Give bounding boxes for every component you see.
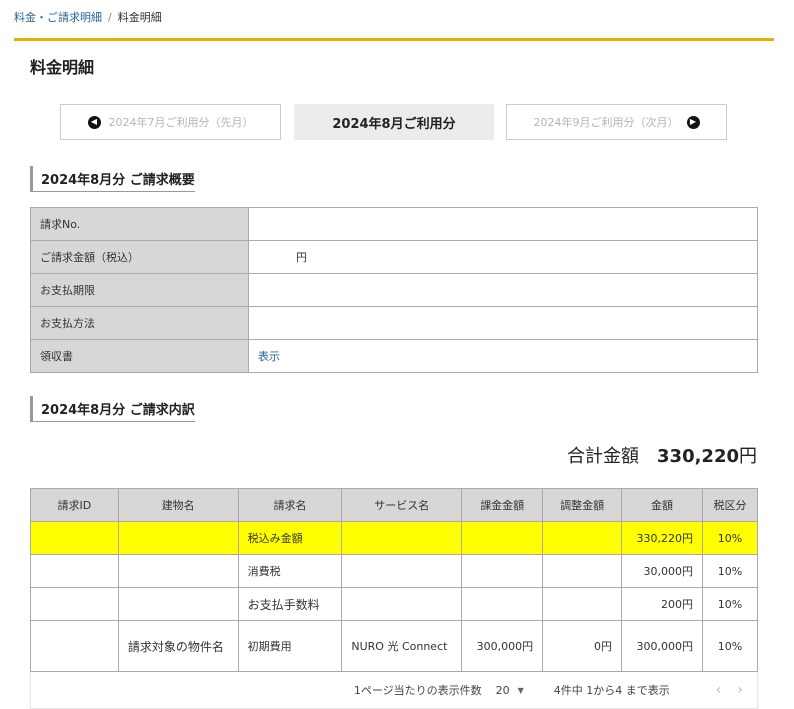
amount-value: 円 [248,240,758,274]
cell-billing-name: お支払手数料 [237,587,343,621]
cell-billing-id [30,521,119,555]
cell-billing-name: 初期費用 [237,620,343,672]
current-month-label: 2024年8月ご利用分 [332,116,456,132]
cell-service [341,521,463,555]
cell-building [117,554,239,588]
summary-row-amount: ご請求金額（税込） 円 [30,240,758,274]
invoice-no-value [248,207,758,241]
summary-row-payment-method: お支払方法 [30,306,758,340]
cell-charge [461,521,544,555]
column-header[interactable]: 建物名 [117,488,239,522]
cell-adjustment: 0円 [542,620,623,672]
receipt-label: 領収書 [30,339,249,373]
header-accent-rule [14,38,774,41]
cell-service [341,587,463,621]
arrow-left-circle-icon: ◀ [87,115,101,129]
cell-adjustment [542,554,623,588]
cell-service: NURO 光 Connect [341,620,463,672]
breadcrumb-billing-link[interactable]: 料金・ご請求明細 [14,11,102,24]
cell-amount: 200円 [621,587,703,621]
amount-label: ご請求金額（税込） [30,240,249,274]
next-month-button[interactable]: 2024年9月ご利用分（次月） ▶ [506,104,727,140]
page-title: 料金明細 [30,58,95,77]
per-page-value: 20 [495,683,510,697]
next-month-label: 2024年9月ご利用分（次月） [533,116,679,129]
cell-charge: 300,000円 [461,620,544,672]
pagination-bar: 1ページ当たりの表示件数 20 ▼ 4件中 1から4 まで表示 ‹ › [30,672,758,709]
payment-method-value [248,306,758,340]
table-header-row: 請求ID 建物名 請求名 サービス名 課金金額 調整金額 金額 税区分 [30,488,759,522]
cell-adjustment [542,521,623,555]
table-row: 消費税 30,000円 10% [30,554,759,588]
column-header[interactable]: 金額 [621,488,703,522]
per-page-label: 1ページ当たりの表示件数 [353,684,482,697]
breakdown-heading: 2024年8月分 ご請求内訳 [30,396,195,422]
breadcrumb: 料金・ご請求明細 / 料金明細 [14,9,162,25]
table-row: お支払手数料 200円 10% [30,587,759,621]
column-header[interactable]: 調整金額 [542,488,623,522]
summary-heading: 2024年8月分 ご請求概要 [30,166,195,192]
cell-tax: 10% [701,554,759,588]
summary-row-receipt: 領収書 表示 [30,339,758,373]
summary-row-invoice-no: 請求No. [30,207,758,241]
cell-billing-id [30,554,119,588]
payment-method-label: お支払方法 [30,306,249,340]
summary-row-due-date: お支払期限 [30,273,758,307]
cell-amount: 330,220円 [621,521,703,555]
table-row: 税込み金額 330,220円 10% [30,521,759,555]
table-row: 請求対象の物件名 初期費用 NURO 光 Connect 300,000円 0円… [30,620,759,672]
breadcrumb-separator: / [108,11,112,24]
invoice-no-label: 請求No. [30,207,249,241]
cell-service [341,554,463,588]
receipt-cell: 表示 [248,339,758,373]
per-page-select[interactable]: 20 ▼ [496,684,524,697]
cell-adjustment [542,587,623,621]
cell-billing-name: 消費税 [237,554,343,588]
column-header[interactable]: 請求ID [30,488,119,522]
cell-building [117,521,239,555]
column-header[interactable]: 税区分 [701,488,759,522]
total-label: 合計金額 [567,446,640,467]
cell-amount: 300,000円 [621,620,703,672]
chevron-right-icon[interactable]: › [737,682,743,698]
cell-charge [461,554,544,588]
due-date-value [248,273,758,307]
cell-billing-id [30,620,119,672]
cell-billing-name: 税込み金額 [237,521,343,555]
total-unit: 円 [739,446,757,467]
cell-billing-id [30,587,119,621]
column-header[interactable]: サービス名 [341,488,463,522]
breadcrumb-current: 料金明細 [117,11,162,24]
breakdown-table: 請求ID 建物名 請求名 サービス名 課金金額 調整金額 金額 税区分 税込み金… [30,488,759,672]
arrow-right-circle-icon: ▶ [686,115,700,129]
cell-amount: 30,000円 [621,554,703,588]
prev-month-label: 2024年7月ご利用分（先月） [108,116,254,129]
column-header[interactable]: 請求名 [237,488,343,522]
cell-tax: 10% [701,620,759,672]
range-text: 4件中 1から4 まで表示 [553,684,670,697]
summary-table: 請求No. ご請求金額（税込） 円 お支払期限 お支払方法 領収書 表示 [30,207,758,373]
total-amount: 330,220 [657,446,739,467]
due-date-label: お支払期限 [30,273,249,307]
receipt-view-link[interactable]: 表示 [258,350,280,363]
chevron-left-icon[interactable]: ‹ [716,682,722,698]
prev-month-button[interactable]: ◀ 2024年7月ご利用分（先月） [60,104,281,140]
cell-charge [461,587,544,621]
cell-building [117,587,239,621]
cell-tax: 10% [701,587,759,621]
column-header[interactable]: 課金金額 [461,488,544,522]
current-month-tab: 2024年8月ご利用分 [294,104,494,140]
cell-building: 請求対象の物件名 [117,620,239,672]
caret-down-icon: ▼ [517,685,524,695]
cell-tax: 10% [701,521,759,555]
total-amount-block: 合計金額 330,220 円 [567,442,757,468]
